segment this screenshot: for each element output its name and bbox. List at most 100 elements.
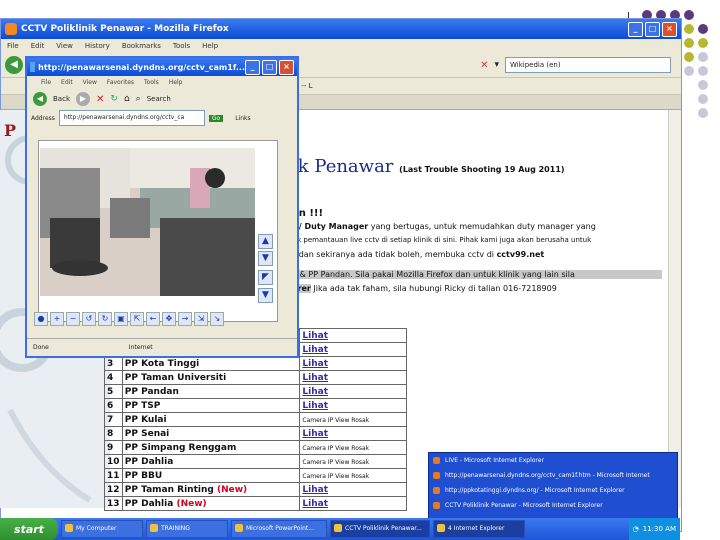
rotate-left-icon[interactable]: ↺ (82, 312, 96, 326)
move-right-icon[interactable]: → (178, 312, 192, 326)
popup-menu-favorites[interactable]: Favorites (107, 79, 134, 86)
zoom-out-icon[interactable]: − (66, 312, 80, 326)
task-powerpoint[interactable]: Microsoft PowerPoint... (231, 520, 327, 538)
pan-down-button[interactable]: ▼ (258, 288, 273, 303)
table-row: 5 PP Pandan Lihat (104, 384, 407, 399)
move-up-left-icon[interactable]: ⇱ (130, 312, 144, 326)
lihat-link[interactable]: Lihat (302, 429, 328, 439)
popup-menu-file[interactable]: File (41, 79, 51, 86)
zoom-in-icon[interactable]: + (50, 312, 64, 326)
clinic-name-text: PP Taman Rinting (124, 484, 214, 495)
row-link-cell: Lihat (299, 370, 407, 385)
lihat-link[interactable]: Lihat (302, 345, 328, 355)
menu-view[interactable]: View (56, 42, 73, 50)
popup-forward-icon[interactable]: ▶ (76, 92, 90, 106)
menu-file[interactable]: File (7, 42, 19, 50)
firefox-titlebar: CCTV Poliklinik Penawar - Mozilla Firefo… (1, 19, 681, 39)
clinic-name-text: PP Simpang Renggam (124, 442, 237, 453)
row-number: 8 (104, 426, 123, 441)
preset-icon[interactable]: ↘ (210, 312, 224, 326)
pan-up-button[interactable]: ▲ (258, 234, 273, 249)
page-scrollbar[interactable] (668, 110, 681, 508)
cctv-camera-feed (40, 148, 255, 296)
popup-search-label[interactable]: Search (147, 95, 171, 103)
snapshot-icon[interactable]: ▣ (114, 312, 128, 326)
menu-bookmarks[interactable]: Bookmarks (122, 42, 161, 50)
info-line-1-rest: yang bertugas, untuk memudahkan duty man… (368, 222, 596, 231)
start-label: start (14, 522, 44, 536)
stop-icon[interactable]: ✕ (480, 60, 488, 71)
clinic-name-text: PP BBU (124, 470, 163, 481)
tilt-down-button[interactable]: ▼ (258, 251, 273, 266)
tray-icon[interactable]: ◔ (633, 525, 639, 533)
popup-stop-icon[interactable]: ✕ (96, 94, 104, 105)
row-number: 7 (104, 412, 123, 427)
row-clinic-name: PP Dahlia (121, 454, 301, 469)
cctv99-link[interactable]: cctv99.net (497, 250, 545, 259)
window-title: CCTV Poliklinik Penawar - Mozilla Firefo… (21, 24, 229, 34)
table-row: 7 PP Kulai Camera IP View Rosak (104, 412, 407, 427)
clinic-name-text: PP TSP (124, 400, 161, 411)
maximize-button[interactable]: □ (645, 21, 660, 37)
popup-back-label[interactable]: Back (53, 95, 70, 103)
menu-tools[interactable]: Tools (173, 42, 190, 50)
table-row: 13 PP Dahlia (New) Lihat (104, 496, 407, 511)
menu-history[interactable]: History (85, 42, 110, 50)
popup-menu-help[interactable]: Help (169, 79, 183, 86)
task-cctv-firefox[interactable]: CCTV Poliklinik Penawar... (330, 520, 430, 538)
move-down-right-icon[interactable]: ⇲ (194, 312, 208, 326)
popup-close-button[interactable]: × (279, 59, 294, 75)
popup-menu-edit[interactable]: Edit (61, 79, 73, 86)
popup-home-icon[interactable]: ⌂ (124, 94, 130, 104)
lihat-link[interactable]: Lihat (302, 373, 328, 383)
lihat-link[interactable]: Lihat (302, 499, 328, 509)
taskbar-window-list: LIVE - Microsoft Internet Explorer http:… (428, 452, 678, 520)
system-tray: ◔ 11:30 AM (628, 518, 680, 540)
menu-edit[interactable]: Edit (31, 42, 45, 50)
back-button[interactable]: ◀ (5, 56, 23, 74)
pan-up-left-button[interactable]: ◤ (258, 270, 273, 285)
lihat-link[interactable]: Lihat (302, 331, 328, 341)
search-input[interactable]: Wikipedia (en) (505, 57, 671, 73)
taskbar-window-item[interactable]: CCTV Poliklinik Penawar - Microsoft Inte… (429, 498, 677, 513)
minimize-button[interactable]: _ (628, 21, 643, 37)
popup-titlebar: http://penawarsenai.dyndns.org/cctv_cam1… (27, 58, 297, 76)
lihat-link[interactable]: Lihat (302, 387, 328, 397)
row-link-cell: Camera IP View Rosak (299, 454, 407, 469)
row-clinic-name: PP Simpang Renggam (121, 440, 301, 455)
camera-status: Camera IP View Rosak (302, 472, 370, 480)
dropdown-icon[interactable]: ▾ (494, 60, 499, 70)
taskbar-window-item[interactable]: http://ppkotatinggi.dyndns.org/ - Micros… (429, 483, 677, 498)
camera-status: Camera IP View Rosak (302, 458, 370, 466)
popup-refresh-icon[interactable]: ↻ (110, 94, 118, 104)
popup-minimize-button[interactable]: _ (245, 59, 260, 75)
lihat-link[interactable]: Lihat (302, 485, 328, 495)
new-badge: (New) (216, 484, 248, 495)
lihat-link[interactable]: Lihat (302, 401, 328, 411)
close-button[interactable]: × (662, 21, 677, 37)
lihat-link[interactable]: Lihat (302, 359, 328, 369)
popup-menu-view[interactable]: View (83, 79, 97, 86)
task-my-computer[interactable]: My Computer (61, 520, 143, 538)
record-icon[interactable]: ● (34, 312, 48, 326)
rotate-right-icon[interactable]: ↻ (98, 312, 112, 326)
popup-search-icon[interactable]: ⌕ (136, 94, 141, 104)
start-button[interactable]: start (0, 518, 58, 540)
move-left-icon[interactable]: ← (146, 312, 160, 326)
center-icon[interactable]: ✥ (162, 312, 176, 326)
popup-go-button[interactable]: Go (208, 114, 224, 122)
popup-status-bar: Done Internet (27, 338, 297, 356)
popup-menu-tools[interactable]: Tools (144, 79, 159, 86)
task-internet-explorer[interactable]: 4 Internet Explorer (433, 520, 525, 538)
camera-control-bar: ● + − ↺ ↻ ▣ ⇱ ← ✥ → ⇲ ↘ (34, 312, 224, 326)
popup-links-label[interactable]: Links (235, 115, 250, 122)
popup-maximize-button[interactable]: □ (262, 59, 277, 75)
taskbar-window-item[interactable]: http://penawarsenai.dyndns.org/cctv_cam1… (429, 468, 677, 483)
popup-address-input[interactable]: http://penawarsenai.dyndns.org/cctv_ca (58, 110, 205, 126)
ie-icon (30, 62, 36, 72)
info-line-3: s dan sekiranya ada tidak boleh, membuka… (292, 250, 544, 259)
menu-help[interactable]: Help (202, 42, 218, 50)
popup-back-icon[interactable]: ◀ (33, 92, 47, 106)
taskbar-window-item[interactable]: LIVE - Microsoft Internet Explorer (429, 453, 677, 468)
task-training[interactable]: TRAINING (146, 520, 228, 538)
